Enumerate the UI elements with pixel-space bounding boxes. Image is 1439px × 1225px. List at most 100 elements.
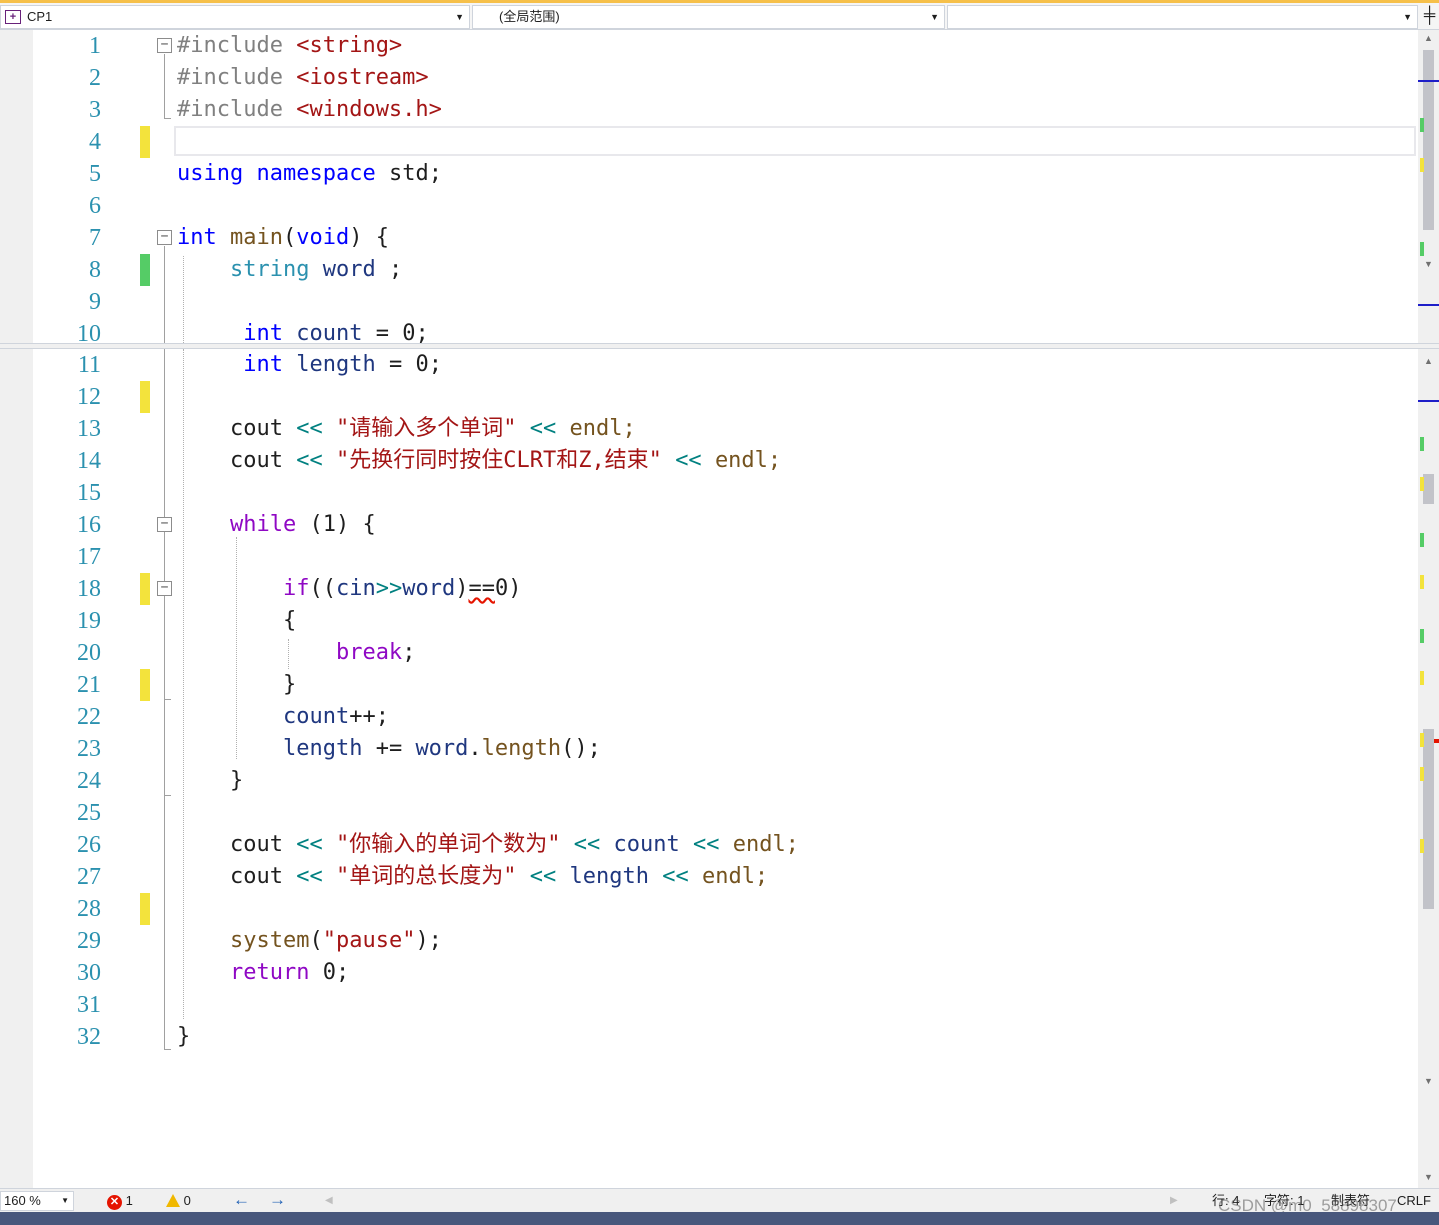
line-code: return 0; xyxy=(229,960,350,985)
overview-change-marker xyxy=(1420,437,1424,451)
scrollbar-thumb-upper[interactable] xyxy=(1423,474,1434,504)
code-line[interactable]: 18 if((cin>>word)==0) xyxy=(33,573,1418,605)
code-line[interactable]: 25 xyxy=(33,797,1418,829)
line-number: 26 xyxy=(77,832,101,858)
line-number: 11 xyxy=(77,352,101,378)
hscroll-right-icon[interactable]: ▶ xyxy=(1170,1192,1178,1210)
error-icon: ✕ xyxy=(107,1195,122,1210)
code-line[interactable]: 4 xyxy=(33,126,1418,158)
line-number: 5 xyxy=(89,161,101,187)
overview-change-marker xyxy=(1420,733,1424,747)
line-number: 16 xyxy=(77,512,101,538)
code-line[interactable]: 24 } xyxy=(33,765,1418,797)
code-line[interactable]: 8 string word ; xyxy=(33,254,1418,286)
overview-change-marker xyxy=(1420,767,1424,781)
code-line[interactable]: 6 xyxy=(33,190,1418,222)
zoom-dropdown[interactable]: 160 % ▼ xyxy=(0,1191,74,1211)
code-line[interactable]: 31 xyxy=(33,989,1418,1021)
code-line[interactable]: 15 xyxy=(33,477,1418,509)
navigate-back-icon[interactable]: ← xyxy=(233,1190,250,1210)
vertical-scrollbar-top[interactable]: ▲ ▼ xyxy=(1418,30,1439,343)
line-number: 18 xyxy=(77,576,101,602)
editor-pane-top[interactable]: − − 1 #include <string> 2 #include <iost… xyxy=(0,30,1439,343)
error-count: 1 xyxy=(125,1193,133,1208)
member-dropdown[interactable]: ▼ xyxy=(947,5,1418,29)
navigation-bar: + CP1 ▼ (全局范围) ▼ ▼ ╪ xyxy=(0,0,1439,30)
code-line[interactable]: 14 cout << "先换行同时按住CLRT和Z,结束" << endl; xyxy=(33,445,1418,477)
code-line[interactable]: 22 count++; xyxy=(33,701,1418,733)
scroll-up-icon[interactable]: ▲ xyxy=(1418,353,1439,369)
line-code: cout << "你输入的单词个数为" << count << endl; xyxy=(229,832,799,857)
line-number: 4 xyxy=(89,129,101,155)
code-line[interactable]: 27 cout << "单词的总长度为" << length << endl; xyxy=(33,861,1418,893)
unsaved-change-marker xyxy=(140,381,150,413)
code-line[interactable]: 16 while (1) { xyxy=(33,509,1418,541)
overview-change-marker xyxy=(1420,158,1424,172)
overview-change-marker xyxy=(1420,671,1424,685)
code-line[interactable]: 7 int main(void) { xyxy=(33,222,1418,254)
code-line[interactable]: 2 #include <iostream> xyxy=(33,62,1418,94)
error-count-button[interactable]: ✕ 1 xyxy=(107,1192,133,1210)
code-line[interactable]: 29 system("pause"); xyxy=(33,925,1418,957)
scope-dropdown[interactable]: (全局范围) ▼ xyxy=(472,5,945,29)
scroll-down-icon[interactable]: ▼ xyxy=(1418,1073,1439,1089)
line-code: while (1) { xyxy=(229,512,376,537)
scrollbar-thumb[interactable] xyxy=(1423,50,1434,230)
unsaved-change-marker xyxy=(140,573,150,605)
warning-count-button[interactable]: 0 xyxy=(166,1192,191,1210)
line-number: 29 xyxy=(77,928,101,954)
scroll-down-icon[interactable]: ▼ xyxy=(1418,1169,1439,1185)
code-line[interactable]: 19 { xyxy=(33,605,1418,637)
code-line[interactable]: 28 xyxy=(33,893,1418,925)
project-dropdown[interactable]: + CP1 ▼ xyxy=(0,5,470,29)
zoom-level: 160 % xyxy=(4,1193,41,1208)
warning-count: 0 xyxy=(183,1193,191,1208)
code-line[interactable]: 30 return 0; xyxy=(33,957,1418,989)
code-line[interactable]: 21 } xyxy=(33,669,1418,701)
editor-pane-bottom[interactable]: − − 11 int length = 0; 12 13 cout << "请输… xyxy=(0,349,1439,1188)
line-code: using namespace std; xyxy=(177,161,442,186)
code-line[interactable]: 20 break; xyxy=(33,637,1418,669)
line-code: cout << "请输入多个单词" << endl; xyxy=(229,416,636,441)
caret-position-marker xyxy=(1418,400,1439,402)
code-line[interactable]: 26 cout << "你输入的单词个数为" << count << endl; xyxy=(33,829,1418,861)
navigate-forward-icon[interactable]: → xyxy=(269,1190,286,1210)
scroll-down-icon[interactable]: ▼ xyxy=(1418,256,1439,272)
code-line[interactable]: 12 xyxy=(33,381,1418,413)
code-line[interactable]: 1 #include <string> xyxy=(33,30,1418,62)
code-line[interactable]: 10 int count = 0; xyxy=(33,318,1418,343)
line-code: cout << "先换行同时按住CLRT和Z,结束" << endl; xyxy=(229,448,782,473)
line-number: 20 xyxy=(77,640,101,666)
vertical-scrollbar-bottom[interactable]: ▲ ▼ ▼ xyxy=(1418,349,1439,1188)
code-line[interactable]: 17 xyxy=(33,541,1418,573)
line-code: } xyxy=(282,672,297,697)
code-line[interactable]: 11 int length = 0; xyxy=(33,349,1418,381)
line-number: 2 xyxy=(89,65,101,91)
line-number: 7 xyxy=(89,225,101,251)
line-code: int main(void) { xyxy=(177,225,389,250)
code-line[interactable]: 9 xyxy=(33,286,1418,318)
line-code: system("pause"); xyxy=(229,928,442,953)
line-number: 30 xyxy=(77,960,101,986)
project-name: CP1 xyxy=(27,9,53,24)
eol-indicator[interactable]: CRLF xyxy=(1397,1192,1431,1210)
line-code: int count = 0; xyxy=(243,321,429,343)
line-number: 22 xyxy=(77,704,101,730)
code-line[interactable]: 32 } xyxy=(33,1021,1418,1053)
caret-position-marker xyxy=(1418,304,1439,306)
line-code: if((cin>>word)==0) xyxy=(282,576,522,601)
code-line[interactable]: 23 length += word.length(); xyxy=(33,733,1418,765)
code-line[interactable]: 5 using namespace std; xyxy=(33,158,1418,190)
code-line[interactable]: 13 cout << "请输入多个单词" << endl; xyxy=(33,413,1418,445)
caret-position-marker xyxy=(1418,80,1439,82)
hscroll-left-icon[interactable]: ◀ xyxy=(325,1192,333,1210)
scroll-up-icon[interactable]: ▲ xyxy=(1418,30,1439,46)
split-editor-button[interactable]: ╪ xyxy=(1420,5,1439,29)
line-number: 21 xyxy=(77,672,101,698)
line-number: 1 xyxy=(89,33,101,59)
line-number: 24 xyxy=(77,768,101,794)
scrollbar-thumb[interactable] xyxy=(1423,729,1434,909)
line-number: 32 xyxy=(77,1024,101,1050)
warning-icon xyxy=(166,1194,180,1207)
code-line[interactable]: 3 #include <windows.h> xyxy=(33,94,1418,126)
